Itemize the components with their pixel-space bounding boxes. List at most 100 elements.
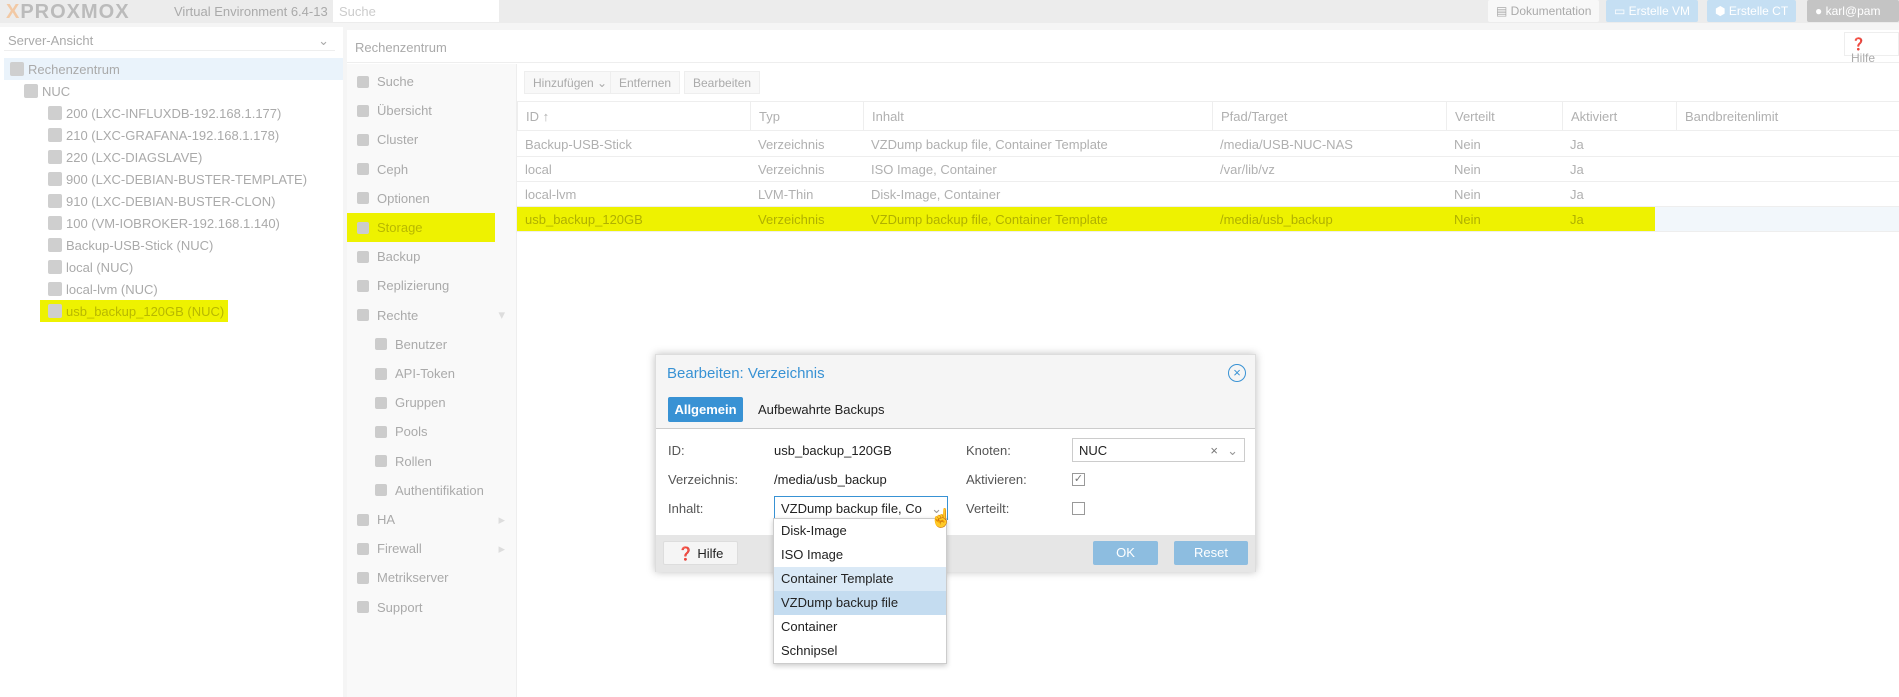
dropdown-option[interactable]: Schnipsel — [774, 639, 946, 663]
close-icon[interactable]: × — [1228, 364, 1246, 382]
nav-icon — [375, 338, 387, 351]
nav-item-ceph[interactable]: Ceph — [347, 155, 517, 184]
storage-icon — [48, 304, 62, 318]
nav-item-rollen[interactable]: Rollen — [347, 447, 517, 476]
create-vm-button[interactable]: ▭ Erstelle VM — [1606, 0, 1699, 22]
table-row[interactable]: usb_backup_120GB Verzeichnis VZDump backup… — [517, 207, 1899, 232]
tab-aufbewahrte-backups[interactable]: Aufbewahrte Backups — [758, 402, 884, 417]
content-dropdown-list: Disk-Image ISO Image Container Template VZD… — [773, 518, 947, 664]
search-input[interactable]: Suche — [333, 0, 499, 22]
nav-label: Optionen — [377, 190, 430, 206]
dropdown-option[interactable]: Container Template — [774, 567, 946, 591]
tree-item[interactable]: 100 (VM-IOBROKER-192.168.1.140) — [48, 212, 280, 234]
tree-item-label: local-lvm (NUC) — [66, 281, 158, 297]
nav-item-backup[interactable]: Backup — [347, 242, 517, 271]
column-header[interactable]: Bandbreitenlimit — [1676, 102, 1899, 130]
nav-item-benutzer[interactable]: Benutzer — [347, 330, 517, 359]
tree-item[interactable]: Backup-USB-Stick (NUC) — [48, 234, 213, 256]
tree-item-label: local (NUC) — [66, 259, 134, 275]
table-cell: /media/USB-NUC-NAS — [1220, 137, 1353, 152]
table-row[interactable]: local-lvm LVM-Thin Disk-Image, Container Ne… — [517, 182, 1899, 207]
user-menu[interactable]: ● karl@pam — [1807, 0, 1899, 22]
table-cell: Ja — [1570, 212, 1584, 227]
nav-label: HA — [377, 512, 396, 527]
nav-label: Benutzer — [395, 336, 448, 352]
nav-icon — [357, 279, 369, 292]
enable-checkbox[interactable]: ✓ — [1072, 473, 1085, 486]
table-cell: LVM-Thin — [758, 187, 814, 202]
help-button[interactable]: ❓ Hilfe — [663, 541, 738, 565]
nav-item-pools[interactable]: Pools — [347, 417, 517, 446]
nav-item-storage[interactable]: Storage — [347, 213, 495, 242]
nav-item-firewall[interactable]: Firewall ▸ — [347, 534, 517, 563]
dropdown-option[interactable]: Disk-Image — [774, 519, 946, 543]
nav-item-authentifikation[interactable]: Authentifikation — [347, 476, 517, 505]
table-row[interactable]: local Verzeichnis ISO Image, Container/var… — [517, 157, 1899, 182]
nav-item-support[interactable]: Support — [347, 593, 517, 622]
tab-allgemein[interactable]: Allgemein — [668, 397, 743, 422]
nav-item-suche[interactable]: Suche — [347, 67, 517, 96]
ok-button[interactable]: OK — [1093, 541, 1158, 565]
dropdown-option[interactable]: Container — [774, 615, 946, 639]
column-header[interactable]: Inhalt — [863, 102, 1212, 130]
tree-item[interactable]: 210 (LXC-GRAFANA-192.168.1.178) — [48, 124, 279, 146]
remove-button[interactable]: Entfernen — [610, 71, 681, 94]
tree-item[interactable]: NUC — [24, 80, 70, 102]
table-cell: local-lvm — [525, 187, 577, 202]
tree-item-label: usb_backup_120GB (NUC) — [66, 303, 225, 319]
column-header[interactable]: Pfad/Target — [1212, 102, 1446, 130]
reset-button[interactable]: Reset — [1174, 541, 1248, 565]
table-cell: Nein — [1454, 212, 1481, 227]
create-ct-button[interactable]: ⬢ Erstelle CT — [1707, 0, 1797, 22]
nav-label: API-Token — [395, 366, 455, 381]
help-button[interactable]: ❓ Hilfe — [1844, 32, 1899, 65]
nav-icon — [357, 513, 369, 526]
clear-icon[interactable]: × — [1210, 443, 1218, 458]
id-label: ID: — [668, 443, 685, 458]
column-header[interactable]: Aktiviert — [1562, 102, 1676, 130]
tree-item[interactable]: usb_backup_120GB (NUC) — [40, 300, 229, 322]
question-icon: ❓ — [1851, 37, 1866, 51]
dropdown-option[interactable]: ISO Image — [774, 543, 946, 567]
nav-item-apitoken[interactable]: API-Token — [347, 359, 517, 388]
table-cell: VZDump backup file, Container Template — [871, 212, 1108, 227]
container-icon — [48, 172, 62, 186]
add-button[interactable]: Hinzufügen ⌄ — [524, 71, 617, 94]
column-header[interactable]: Typ — [750, 102, 863, 130]
view-selector[interactable]: Server-Ansicht ⌄ — [4, 29, 335, 51]
nav-icon — [357, 104, 369, 117]
nav-item-rechte[interactable]: Rechte ▾ — [347, 301, 517, 330]
tree-item[interactable]: Rechenzentrum — [4, 58, 343, 80]
tree-item[interactable]: 910 (LXC-DEBIAN-BUSTER-CLON) — [48, 190, 276, 212]
book-icon: ▤ — [1496, 4, 1511, 18]
shared-checkbox[interactable] — [1072, 502, 1085, 515]
nav-item-gruppen[interactable]: Gruppen — [347, 388, 517, 417]
shared-label: Verteilt: — [966, 501, 1010, 516]
tree-item[interactable]: 200 (LXC-INFLUXDB-192.168.1.177) — [48, 102, 281, 124]
tree-item-label: Rechenzentrum — [28, 61, 120, 77]
documentation-button[interactable]: ▤ Dokumentation — [1488, 0, 1600, 22]
storage-icon — [48, 282, 62, 296]
nav-item-cluster[interactable]: Cluster — [347, 125, 517, 154]
nav-item-bersicht[interactable]: Übersicht — [347, 96, 517, 125]
nav-item-optionen[interactable]: Optionen — [347, 184, 517, 213]
dropdown-option[interactable]: VZDump backup file — [774, 591, 946, 615]
content-select[interactable]: VZDump backup file, Co ⌄ — [774, 496, 948, 520]
nav-label: Suche — [377, 74, 414, 89]
tree-item[interactable]: 220 (LXC-DIAGSLAVE) — [48, 146, 202, 168]
nav-item-metrikserver[interactable]: Metrikserver — [347, 563, 517, 592]
proxmox-logo: XPROXMOX — [6, 1, 130, 23]
column-header[interactable]: ID ↑ — [517, 102, 750, 130]
node-select[interactable]: NUC × ⌄ — [1072, 438, 1245, 462]
table-row[interactable]: Backup-USB-Stick Verzeichnis VZDump backup… — [517, 132, 1899, 157]
tree-item[interactable]: local (NUC) — [48, 256, 133, 278]
edit-button[interactable]: Bearbeiten — [684, 71, 761, 94]
table-cell — [1676, 182, 1899, 206]
nav-icon — [357, 542, 369, 555]
chevron-down-icon: ⌄ — [1227, 443, 1238, 458]
nav-item-ha[interactable]: HA ▸ — [347, 505, 517, 534]
column-header[interactable]: Verteilt — [1446, 102, 1562, 130]
tree-item[interactable]: 900 (LXC-DEBIAN-BUSTER-TEMPLATE) — [48, 168, 307, 190]
nav-item-replizierung[interactable]: Replizierung — [347, 271, 517, 300]
tree-item[interactable]: local-lvm (NUC) — [48, 278, 158, 300]
